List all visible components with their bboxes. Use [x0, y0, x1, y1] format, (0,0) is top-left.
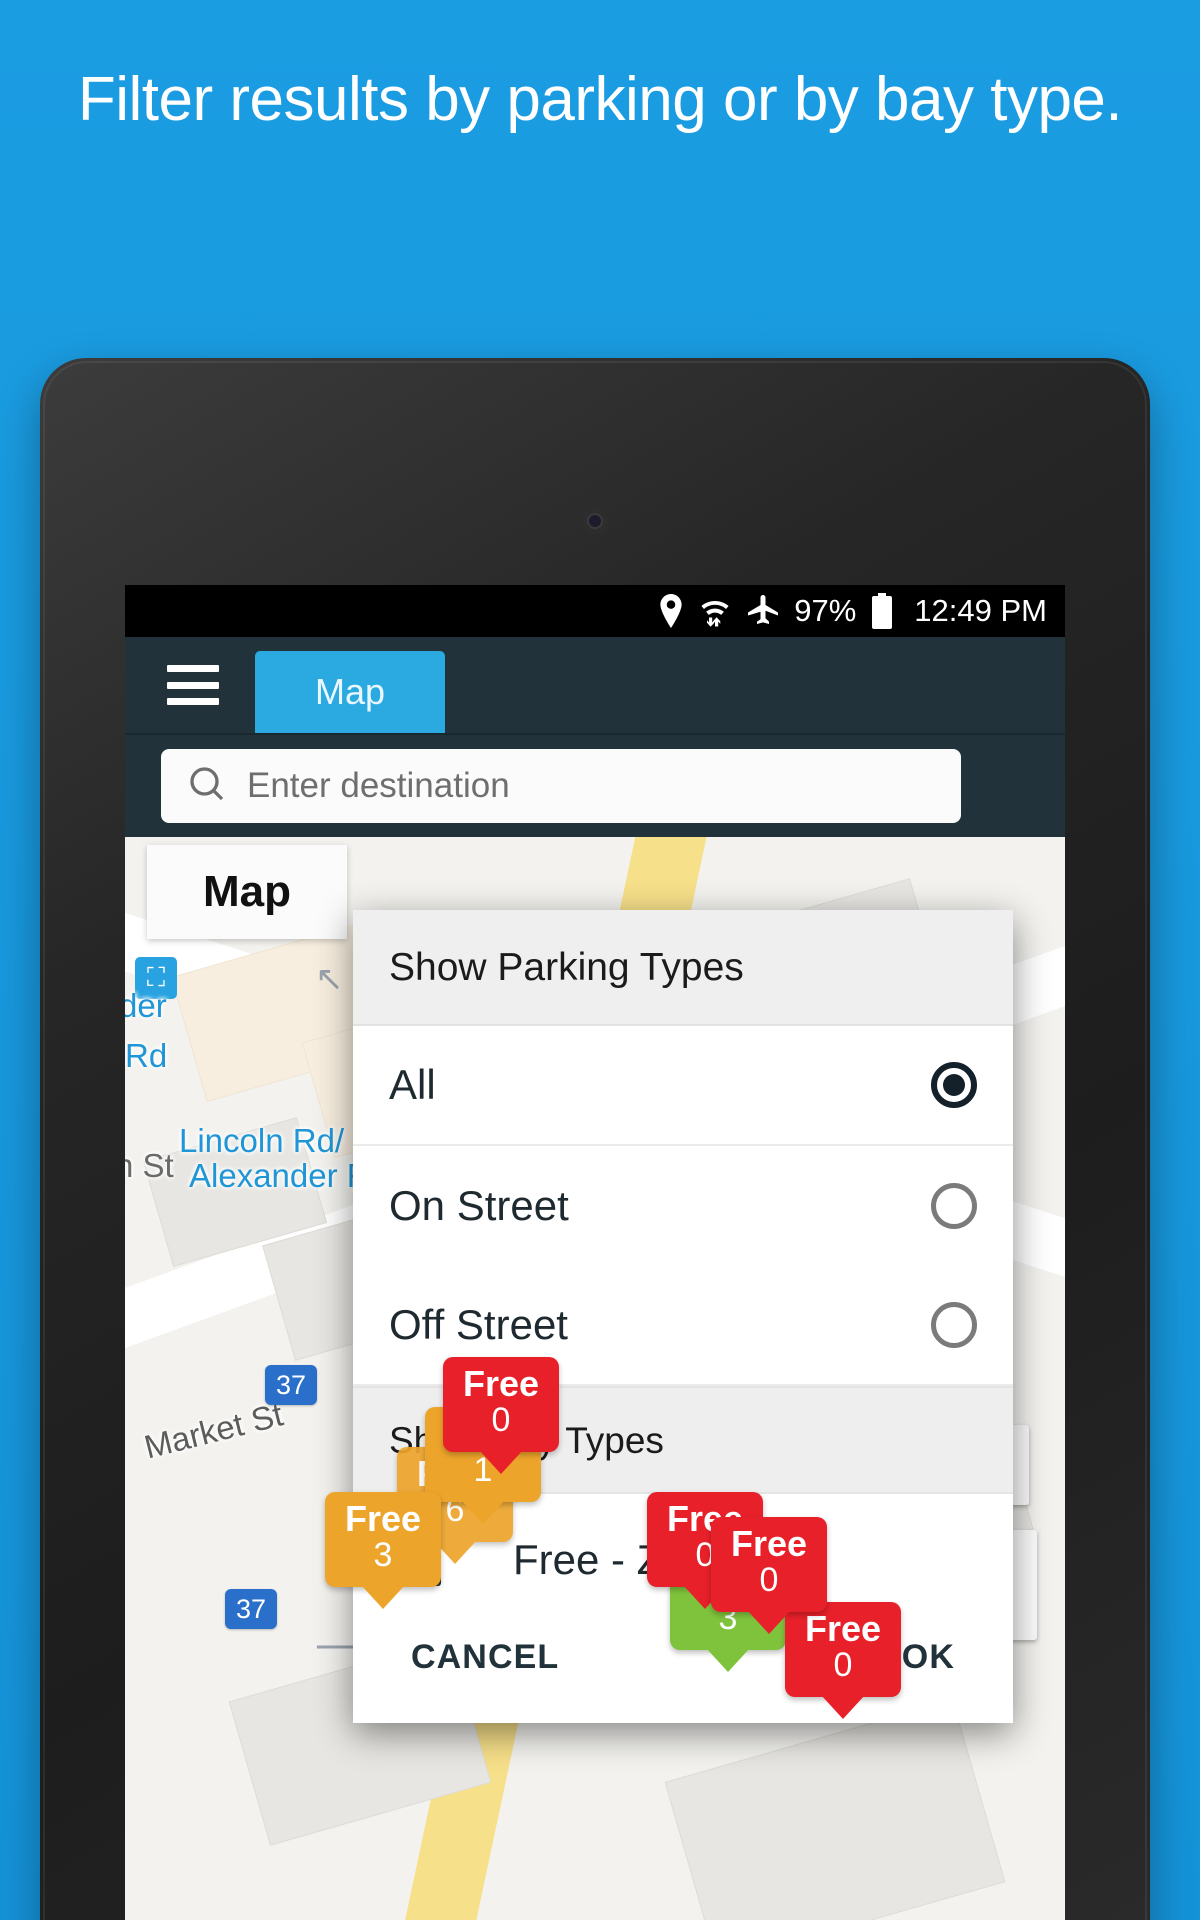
front-camera-icon: [582, 508, 608, 534]
parking-marker[interactable]: Free 0: [443, 1357, 559, 1453]
radio-button-off-street[interactable]: [931, 1302, 977, 1348]
parking-marker[interactable]: Free 0: [785, 1602, 901, 1698]
option-label: Off Street: [389, 1301, 568, 1348]
option-label: On Street: [389, 1182, 569, 1229]
tablet-device-frame: 97% 12:49 PM Map Enter destination ⛶ der…: [40, 358, 1150, 1920]
parking-type-option-all[interactable]: All: [353, 1026, 1013, 1146]
marker-label: Free: [730, 1523, 808, 1564]
device-screen: 97% 12:49 PM Map Enter destination ⛶ der…: [125, 585, 1065, 1920]
parking-marker[interactable]: Free 0: [711, 1517, 827, 1613]
radio-button-all[interactable]: [931, 1062, 977, 1108]
marker-count: 0: [491, 1400, 511, 1439]
marker-label: Free: [344, 1498, 422, 1539]
headline-text: Filter results by parking or by bay type…: [77, 65, 1123, 134]
marker-label: Free: [804, 1608, 882, 1649]
marker-label: Free: [462, 1363, 540, 1404]
marker-count: 0: [833, 1645, 853, 1684]
ok-button[interactable]: OK: [902, 1638, 955, 1677]
parking-type-option-on-street[interactable]: On Street: [353, 1146, 1013, 1266]
option-label: All: [389, 1061, 436, 1108]
dialog-title: Show Parking Types: [353, 910, 1013, 1026]
marker-count: 3: [373, 1535, 393, 1574]
promo-screenshot: Filter results by parking or by bay type…: [0, 0, 1200, 1920]
parking-marker[interactable]: Free 3: [325, 1492, 441, 1588]
cancel-button[interactable]: CANCEL: [411, 1638, 559, 1677]
radio-button-on-street[interactable]: [931, 1183, 977, 1229]
marker-count: 0: [759, 1560, 779, 1599]
